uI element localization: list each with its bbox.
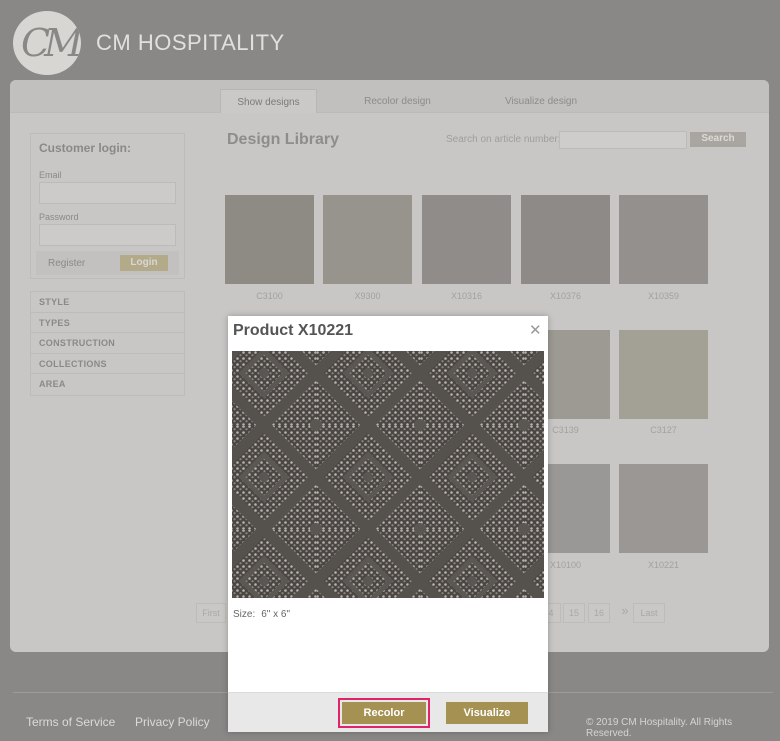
close-icon[interactable]: ✕ [529, 321, 542, 339]
password-field[interactable] [39, 224, 176, 246]
design-code[interactable]: C3100 [225, 291, 314, 301]
design-thumb-x10359[interactable] [619, 195, 708, 284]
filter-menu: STYLE TYPES CONSTRUCTION COLLECTIONS ARE… [30, 291, 185, 396]
modal-action-bar: Recolor Visualize [228, 692, 548, 732]
product-image [232, 351, 544, 598]
filter-area[interactable]: AREA [31, 374, 184, 395]
size-value: 6" x 6" [261, 609, 291, 620]
design-code[interactable]: X9300 [323, 291, 412, 301]
page-title: Design Library [227, 131, 340, 148]
search-label: Search on article number: [446, 134, 561, 145]
email-label: Email [39, 170, 62, 180]
design-thumb-x10316[interactable] [422, 195, 511, 284]
copyright: © 2019 CM Hospitality. All Rights Reserv… [586, 717, 733, 739]
pager-page-16[interactable]: 16 [588, 603, 610, 623]
tab-visualize-design[interactable]: Visualize design [478, 89, 604, 113]
terms-link[interactable]: Terms of Service [26, 715, 115, 729]
pager-first[interactable]: First [196, 603, 226, 623]
filter-style[interactable]: STYLE [31, 292, 184, 313]
tab-recolor-design[interactable]: Recolor design [340, 89, 455, 113]
design-thumb-x10376[interactable] [521, 195, 610, 284]
design-code[interactable]: X10376 [521, 291, 610, 301]
size-label: Size: [233, 609, 256, 620]
privacy-link[interactable]: Privacy Policy [135, 715, 210, 729]
login-footer: Register Login [36, 251, 179, 275]
design-thumb-c3100[interactable] [225, 195, 314, 284]
recolor-button[interactable]: Recolor [338, 698, 430, 728]
brand-name[interactable]: CM HOSPITALITY [96, 30, 285, 56]
search-input[interactable] [559, 131, 687, 149]
design-code[interactable]: C3127 [619, 425, 708, 435]
design-code[interactable]: X10221 [619, 560, 708, 570]
design-code[interactable]: X10316 [422, 291, 511, 301]
product-modal: Product X10221 ✕ Size: 6" x 6" Recolor V… [228, 316, 548, 732]
email-field[interactable] [39, 182, 176, 204]
visualize-button[interactable]: Visualize [446, 702, 528, 724]
login-button[interactable]: Login [120, 255, 168, 271]
filter-types[interactable]: TYPES [31, 313, 184, 334]
design-thumb-c3127[interactable] [619, 330, 708, 419]
design-thumb-x9300[interactable] [323, 195, 412, 284]
modal-title: Product X10221 [233, 322, 354, 339]
pager-next[interactable]: » [618, 603, 632, 623]
register-link[interactable]: Register [48, 258, 85, 269]
tab-show-designs[interactable]: Show designs [220, 89, 317, 113]
pager-last[interactable]: Last [633, 603, 665, 623]
filter-collections[interactable]: COLLECTIONS [31, 354, 184, 375]
filter-construction[interactable]: CONSTRUCTION [31, 333, 184, 354]
login-title: Customer login: [39, 141, 131, 155]
tab-bar: Show designs Recolor design Visualize de… [10, 80, 769, 113]
design-code[interactable]: X10359 [619, 291, 708, 301]
size-info: Size: 6" x 6" [233, 609, 290, 620]
logo-monogram: CM [21, 21, 81, 65]
customer-login-box: Customer login: Email Password Register … [30, 133, 185, 279]
pager-page-15[interactable]: 15 [563, 603, 585, 623]
search-button[interactable]: Search [690, 132, 746, 147]
design-thumb-x10221[interactable] [619, 464, 708, 553]
password-label: Password [39, 212, 79, 222]
brand-logo[interactable]: CM [13, 11, 81, 75]
